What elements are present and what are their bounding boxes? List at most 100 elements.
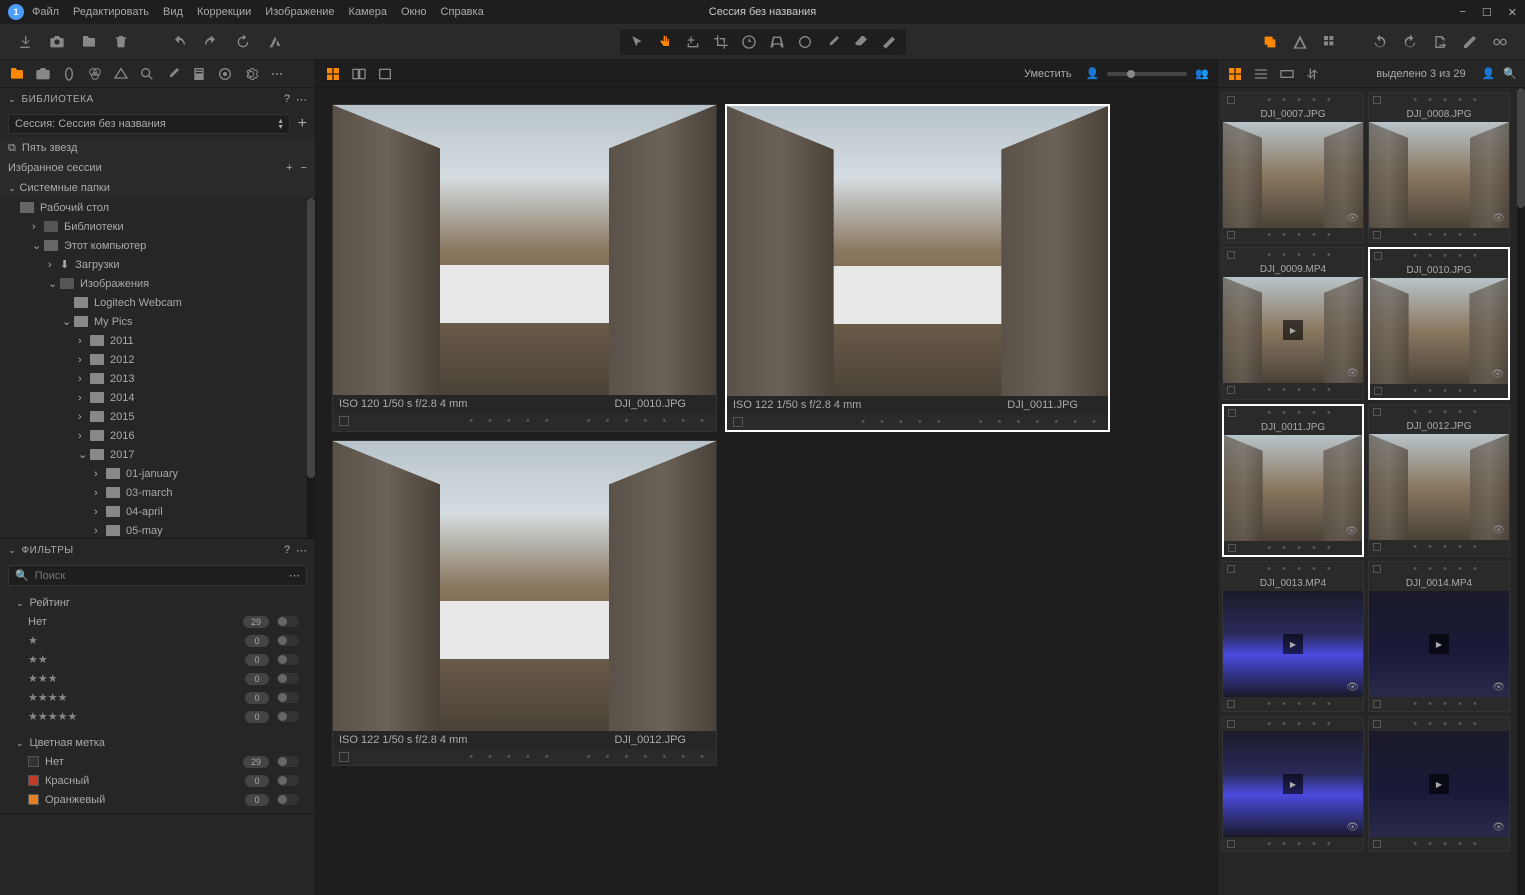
tab-output-icon[interactable] — [216, 65, 234, 83]
thumbnail[interactable]: • • • • • DJI_0009.MP4 ▶ 👁 • • • • • — [1222, 247, 1364, 400]
grid-icon[interactable] — [1321, 33, 1339, 51]
thumbnail[interactable]: • • • • • DJI_0013.MP4 ▶ 👁 • • • • • — [1222, 561, 1364, 712]
rating-filter-header[interactable]: Рейтинг — [0, 594, 315, 612]
tab-details-icon[interactable] — [138, 65, 156, 83]
thumbnail[interactable]: • • • • • DJI_0007.JPG 👁 • • • • • — [1222, 92, 1364, 243]
rating-none[interactable]: Нет29 — [0, 612, 315, 631]
keystone-icon[interactable] — [768, 33, 786, 51]
folder-icon[interactable] — [80, 33, 98, 51]
rating-5[interactable]: ★★★★★0 — [0, 707, 315, 726]
tab-settings-icon[interactable] — [242, 65, 260, 83]
rating-1[interactable]: ★0 — [0, 631, 315, 650]
rating-3[interactable]: ★★★0 — [0, 669, 315, 688]
tab-batch-icon[interactable] — [268, 65, 286, 83]
tree-webcam[interactable]: Logitech Webcam — [0, 293, 315, 312]
tree-images[interactable]: Изображения — [0, 274, 315, 293]
menu-image[interactable]: Изображение — [265, 6, 334, 18]
preview-card[interactable]: ISO 120 1/50 s f/2.8 4 mmDJI_0010.JPG • … — [332, 104, 717, 432]
user-icon[interactable]: 👤 — [1482, 67, 1496, 80]
sort-icon[interactable] — [1304, 65, 1322, 83]
search-input[interactable] — [35, 570, 289, 582]
tree-this-pc[interactable]: Этот компьютер — [0, 236, 315, 255]
undo-icon[interactable] — [170, 33, 188, 51]
people-icon[interactable]: 👥 — [1195, 67, 1209, 80]
export-icon[interactable] — [1431, 33, 1449, 51]
menu-help[interactable]: Справка — [441, 6, 484, 18]
session-selector[interactable]: Сессия: Сессия без названия ▴▾ — [8, 114, 290, 134]
color-none[interactable]: Нет29 — [0, 752, 315, 771]
tree-year[interactable]: 2015 — [0, 407, 315, 426]
camera-icon[interactable] — [48, 33, 66, 51]
tree-libraries[interactable]: Библиотеки — [0, 217, 315, 236]
thumbnail[interactable]: • • • • • DJI_0008.JPG 👁 • • • • • — [1368, 92, 1510, 243]
thumbnail[interactable]: • • • • • DJI_0010.JPG 👁 • • • • • — [1368, 247, 1510, 400]
add-session-icon[interactable]: + — [298, 115, 307, 133]
tree-month[interactable]: 04-april — [0, 502, 315, 521]
copy-adjustments-icon[interactable] — [1261, 33, 1279, 51]
search-options-icon[interactable]: ⋯ — [289, 569, 300, 582]
library-header[interactable]: ⌄ БИБЛИОТЕКА ?⋯ — [0, 88, 315, 110]
crop-icon[interactable] — [712, 33, 730, 51]
zoom-label[interactable]: Уместить — [1024, 68, 1072, 80]
trash-icon[interactable] — [112, 33, 130, 51]
preview-rating-bar[interactable]: • • • • •• • • • • • • — [333, 413, 716, 429]
tab-color-icon[interactable] — [86, 65, 104, 83]
maximize-button[interactable]: ☐ — [1482, 6, 1492, 19]
menu-file[interactable]: Файл — [32, 6, 59, 18]
tab-local-icon[interactable] — [164, 65, 182, 83]
search-icon[interactable]: 🔍 — [1503, 67, 1517, 80]
rating-2[interactable]: ★★0 — [0, 650, 315, 669]
edit-icon[interactable] — [1461, 33, 1479, 51]
auto-adjust-icon[interactable] — [266, 33, 284, 51]
system-folders-row[interactable]: ⌄Системные папки — [0, 178, 315, 198]
color-red[interactable]: Красный0 — [0, 771, 315, 790]
five-stars-row[interactable]: ⧉Пять звезд — [0, 138, 315, 158]
tree-scrollbar[interactable] — [307, 198, 315, 538]
preview-rating-bar[interactable]: • • • • •• • • • • • • — [333, 749, 716, 765]
tree-year[interactable]: 2013 — [0, 369, 315, 388]
tree-month[interactable]: 01-january — [0, 464, 315, 483]
import-icon[interactable] — [16, 33, 34, 51]
glasses-icon[interactable] — [1491, 33, 1509, 51]
add-favorite-icon[interactable]: + — [286, 162, 292, 174]
menu-view[interactable]: Вид — [163, 6, 183, 18]
tree-year[interactable]: 2016 — [0, 426, 315, 445]
thumb-scrollbar[interactable] — [1517, 88, 1525, 895]
preview-rating-bar[interactable]: • • • • •• • • • • • • — [727, 414, 1108, 430]
rotate-icon[interactable] — [234, 33, 252, 51]
tab-lens-icon[interactable] — [60, 65, 78, 83]
menu-edit[interactable]: Редактировать — [73, 6, 149, 18]
color-orange[interactable]: Оранжевый0 — [0, 790, 315, 809]
loupe-icon[interactable] — [684, 33, 702, 51]
tree-year[interactable]: 2014 — [0, 388, 315, 407]
close-button[interactable]: ✕ — [1508, 6, 1517, 19]
help-icon[interactable]: ? — [284, 544, 290, 557]
spot-icon[interactable] — [796, 33, 814, 51]
thumbnail[interactable]: • • • • • ▶ 👁 • • • • • — [1368, 716, 1510, 852]
more-icon[interactable]: ⋯ — [296, 544, 307, 557]
browser-filmstrip-icon[interactable] — [1278, 65, 1296, 83]
tree-desktop[interactable]: Рабочий стол — [0, 198, 315, 217]
color-filter-header[interactable]: Цветная метка — [0, 734, 315, 752]
thumbnail[interactable]: • • • • • ▶ 👁 • • • • • — [1222, 716, 1364, 852]
tab-exposure-icon[interactable] — [112, 65, 130, 83]
tab-library-icon[interactable] — [8, 65, 26, 83]
tab-metadata-icon[interactable] — [190, 65, 208, 83]
browser-grid-icon[interactable] — [1226, 65, 1244, 83]
thumbnail[interactable]: • • • • • DJI_0014.MP4 ▶ 👁 • • • • • — [1368, 561, 1510, 712]
zoom-slider[interactable] — [1107, 72, 1187, 76]
eraser-icon[interactable] — [852, 33, 870, 51]
brush-icon[interactable] — [824, 33, 842, 51]
menu-camera[interactable]: Камера — [349, 6, 387, 18]
more-icon[interactable]: ⋯ — [296, 93, 307, 106]
search-box[interactable]: 🔍 ⋯ — [8, 565, 307, 586]
menu-window[interactable]: Окно — [401, 6, 427, 18]
view-split-icon[interactable] — [350, 65, 368, 83]
rotate-left-icon[interactable] — [1371, 33, 1389, 51]
user-icon[interactable]: 👤 — [1086, 67, 1100, 80]
tree-year[interactable]: 2011 — [0, 331, 315, 350]
tree-downloads[interactable]: ⬇Загрузки — [0, 255, 315, 274]
help-icon[interactable]: ? — [284, 93, 290, 106]
rotate-right-icon[interactable] — [1401, 33, 1419, 51]
rating-4[interactable]: ★★★★0 — [0, 688, 315, 707]
